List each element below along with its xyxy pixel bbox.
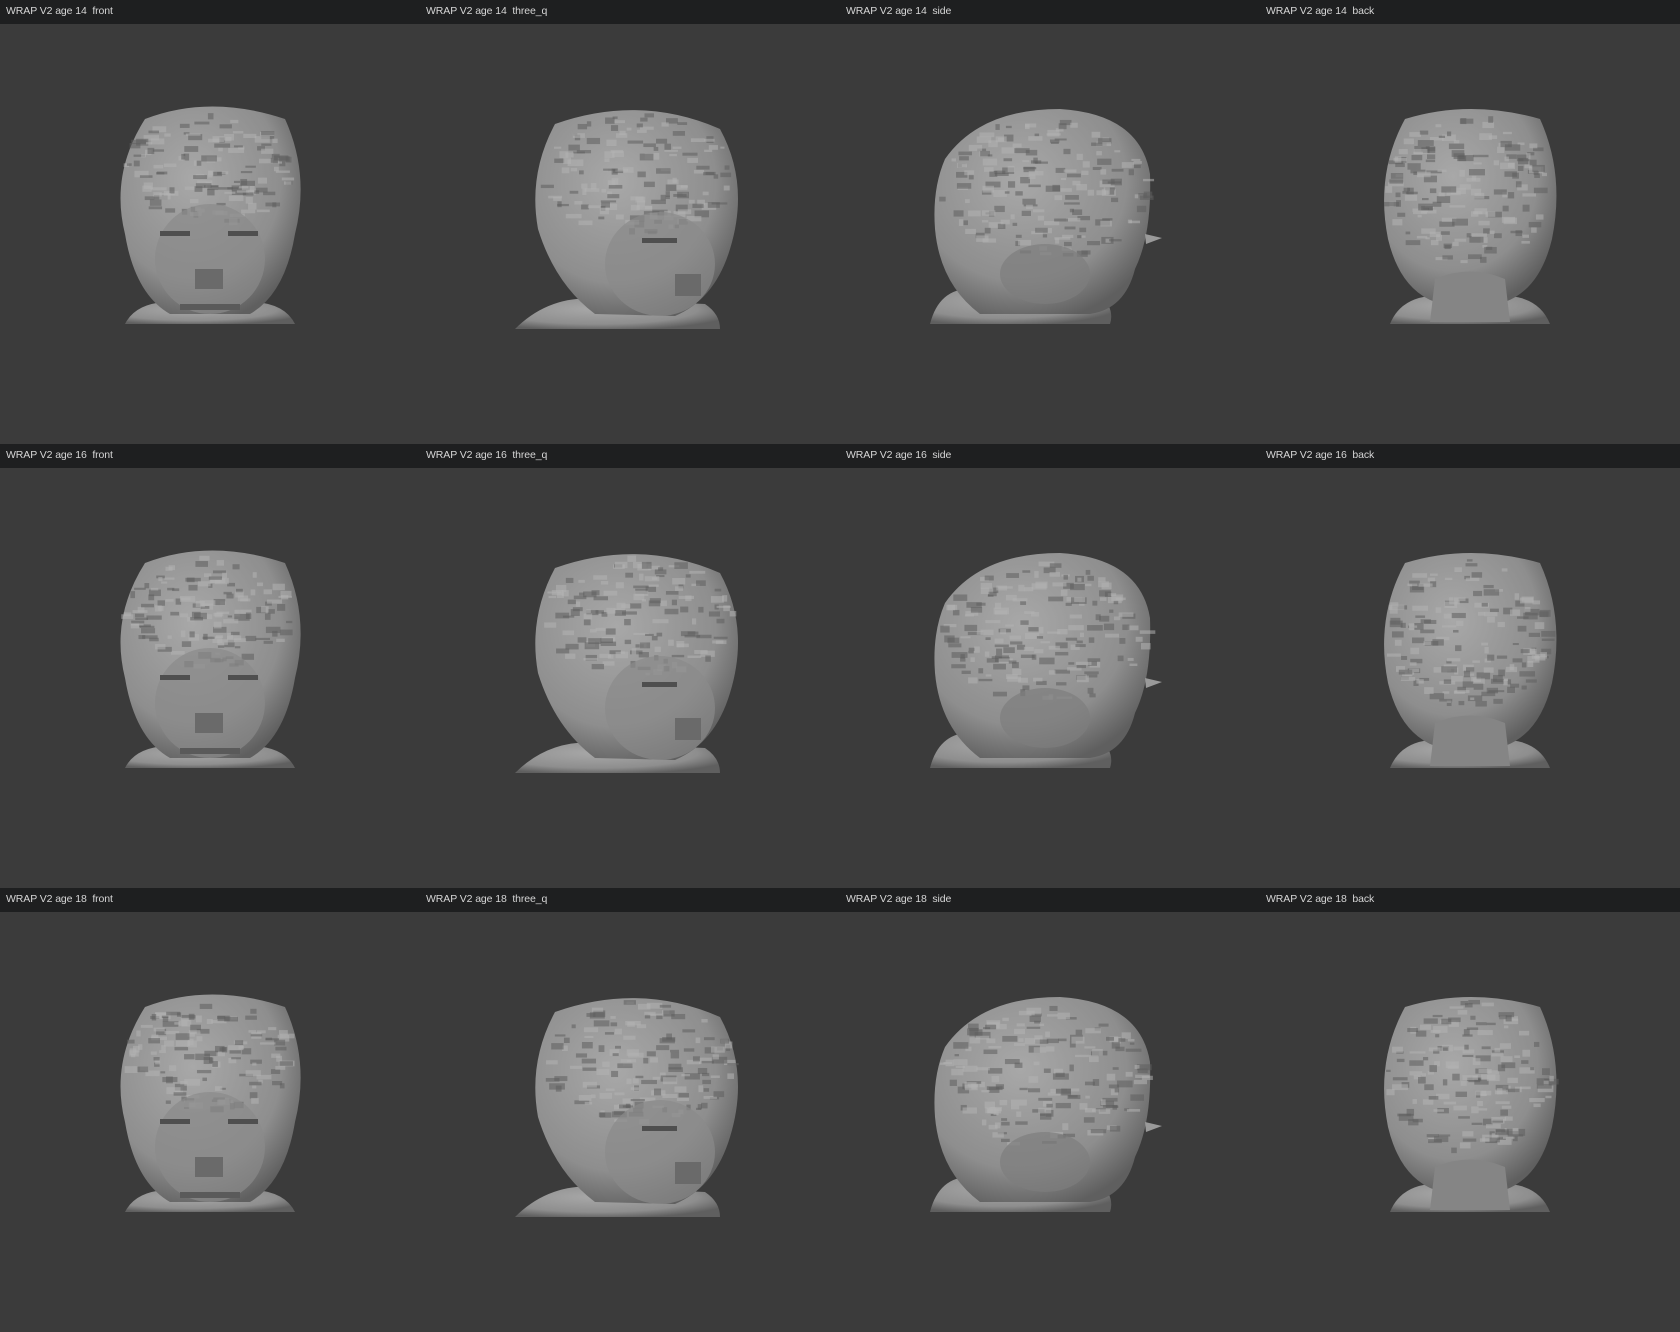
head-render-back[interactable]: [1260, 912, 1680, 1332]
viewport-cell-age16-back[interactable]: WRAP V2 age 16 back: [1260, 444, 1680, 888]
viewport-cell-age14-back[interactable]: WRAP V2 age 14 back: [1260, 0, 1680, 444]
viewport-cell-age18-side[interactable]: WRAP V2 age 18 side: [840, 888, 1260, 1332]
viewport-header: WRAP V2 age 18 front: [0, 888, 420, 912]
viewport-label: WRAP V2 age 16 front: [6, 449, 113, 461]
render-grid: WRAP V2 age 14 front WRAP V2 age 14 thre…: [0, 0, 1680, 1332]
viewport-cell-age18-front[interactable]: WRAP V2 age 18 front: [0, 888, 420, 1332]
viewport-header: WRAP V2 age 18 side: [840, 888, 1260, 912]
viewport-label: WRAP V2 age 16 back: [1266, 449, 1375, 461]
viewport-header: WRAP V2 age 14 three_q: [420, 0, 840, 24]
head-render-side[interactable]: [840, 24, 1260, 444]
viewport-header: WRAP V2 age 16 front: [0, 444, 420, 468]
viewport-cell-age16-side[interactable]: WRAP V2 age 16 side: [840, 444, 1260, 888]
viewport-cell-age14-three-q[interactable]: WRAP V2 age 14 three_q: [420, 0, 840, 444]
head-mesh-svg: [930, 553, 1162, 768]
viewport-cell-age14-side[interactable]: WRAP V2 age 14 side: [840, 0, 1260, 444]
head-mesh: [1384, 109, 1557, 324]
head-mesh: [120, 106, 301, 324]
head-mesh: [515, 110, 738, 329]
head-mesh: [930, 997, 1162, 1212]
viewport-label: WRAP V2 age 18 side: [846, 893, 952, 905]
head-render-three-q[interactable]: [420, 912, 840, 1332]
viewport-header: WRAP V2 age 16 side: [840, 444, 1260, 468]
head-render-back[interactable]: [1260, 468, 1680, 888]
head-mesh: [1384, 553, 1557, 768]
viewport-header: WRAP V2 age 14 back: [1260, 0, 1680, 24]
head-mesh-svg: [1384, 553, 1557, 768]
head-mesh-svg: [1384, 109, 1557, 324]
viewport-cell-age18-three-q[interactable]: WRAP V2 age 18 three_q: [420, 888, 840, 1332]
viewport-header: WRAP V2 age 16 back: [1260, 444, 1680, 468]
head-mesh-svg: [515, 554, 738, 773]
head-render-three-q[interactable]: [420, 24, 840, 444]
viewport-cell-age14-front[interactable]: WRAP V2 age 14 front: [0, 0, 420, 444]
head-mesh-svg: [515, 998, 739, 1217]
viewport-header: WRAP V2 age 14 front: [0, 0, 420, 24]
head-render-side[interactable]: [840, 912, 1260, 1332]
viewport-label: WRAP V2 age 18 front: [6, 893, 113, 905]
viewport-cell-age16-front[interactable]: WRAP V2 age 16 front: [0, 444, 420, 888]
head-mesh-svg: [515, 110, 738, 329]
viewport-cell-age18-back[interactable]: WRAP V2 age 18 back: [1260, 888, 1680, 1332]
viewport-label: WRAP V2 age 18 back: [1266, 893, 1375, 905]
head-render-front[interactable]: [0, 24, 420, 444]
viewport-header: WRAP V2 age 16 three_q: [420, 444, 840, 468]
viewport-header: WRAP V2 age 18 back: [1260, 888, 1680, 912]
head-render-three-q[interactable]: [420, 468, 840, 888]
head-mesh-svg: [930, 997, 1162, 1212]
head-mesh-svg: [120, 550, 301, 768]
head-render-front[interactable]: [0, 912, 420, 1332]
viewport-label: WRAP V2 age 18 three_q: [426, 893, 548, 905]
head-mesh: [930, 109, 1162, 324]
head-render-front[interactable]: [0, 468, 420, 888]
viewport-cell-age16-three-q[interactable]: WRAP V2 age 16 three_q: [420, 444, 840, 888]
viewport-header: WRAP V2 age 18 three_q: [420, 888, 840, 912]
head-render-side[interactable]: [840, 468, 1260, 888]
viewport-label: WRAP V2 age 16 side: [846, 449, 952, 461]
head-mesh: [515, 554, 738, 773]
head-mesh: [930, 553, 1162, 768]
head-mesh: [120, 994, 301, 1212]
viewport-label: WRAP V2 age 14 side: [846, 5, 952, 17]
head-render-back[interactable]: [1260, 24, 1680, 444]
head-mesh: [120, 550, 301, 768]
head-mesh-svg: [120, 106, 301, 324]
head-mesh: [515, 998, 739, 1217]
viewport-label: WRAP V2 age 14 back: [1266, 5, 1375, 17]
head-mesh-svg: [930, 109, 1162, 324]
head-mesh-svg: [1384, 997, 1559, 1212]
viewport-label: WRAP V2 age 16 three_q: [426, 449, 548, 461]
viewport-label: WRAP V2 age 14 front: [6, 5, 113, 17]
head-mesh: [1384, 997, 1559, 1212]
viewport-label: WRAP V2 age 14 three_q: [426, 5, 548, 17]
head-mesh-svg: [120, 994, 301, 1212]
viewport-header: WRAP V2 age 14 side: [840, 0, 1260, 24]
